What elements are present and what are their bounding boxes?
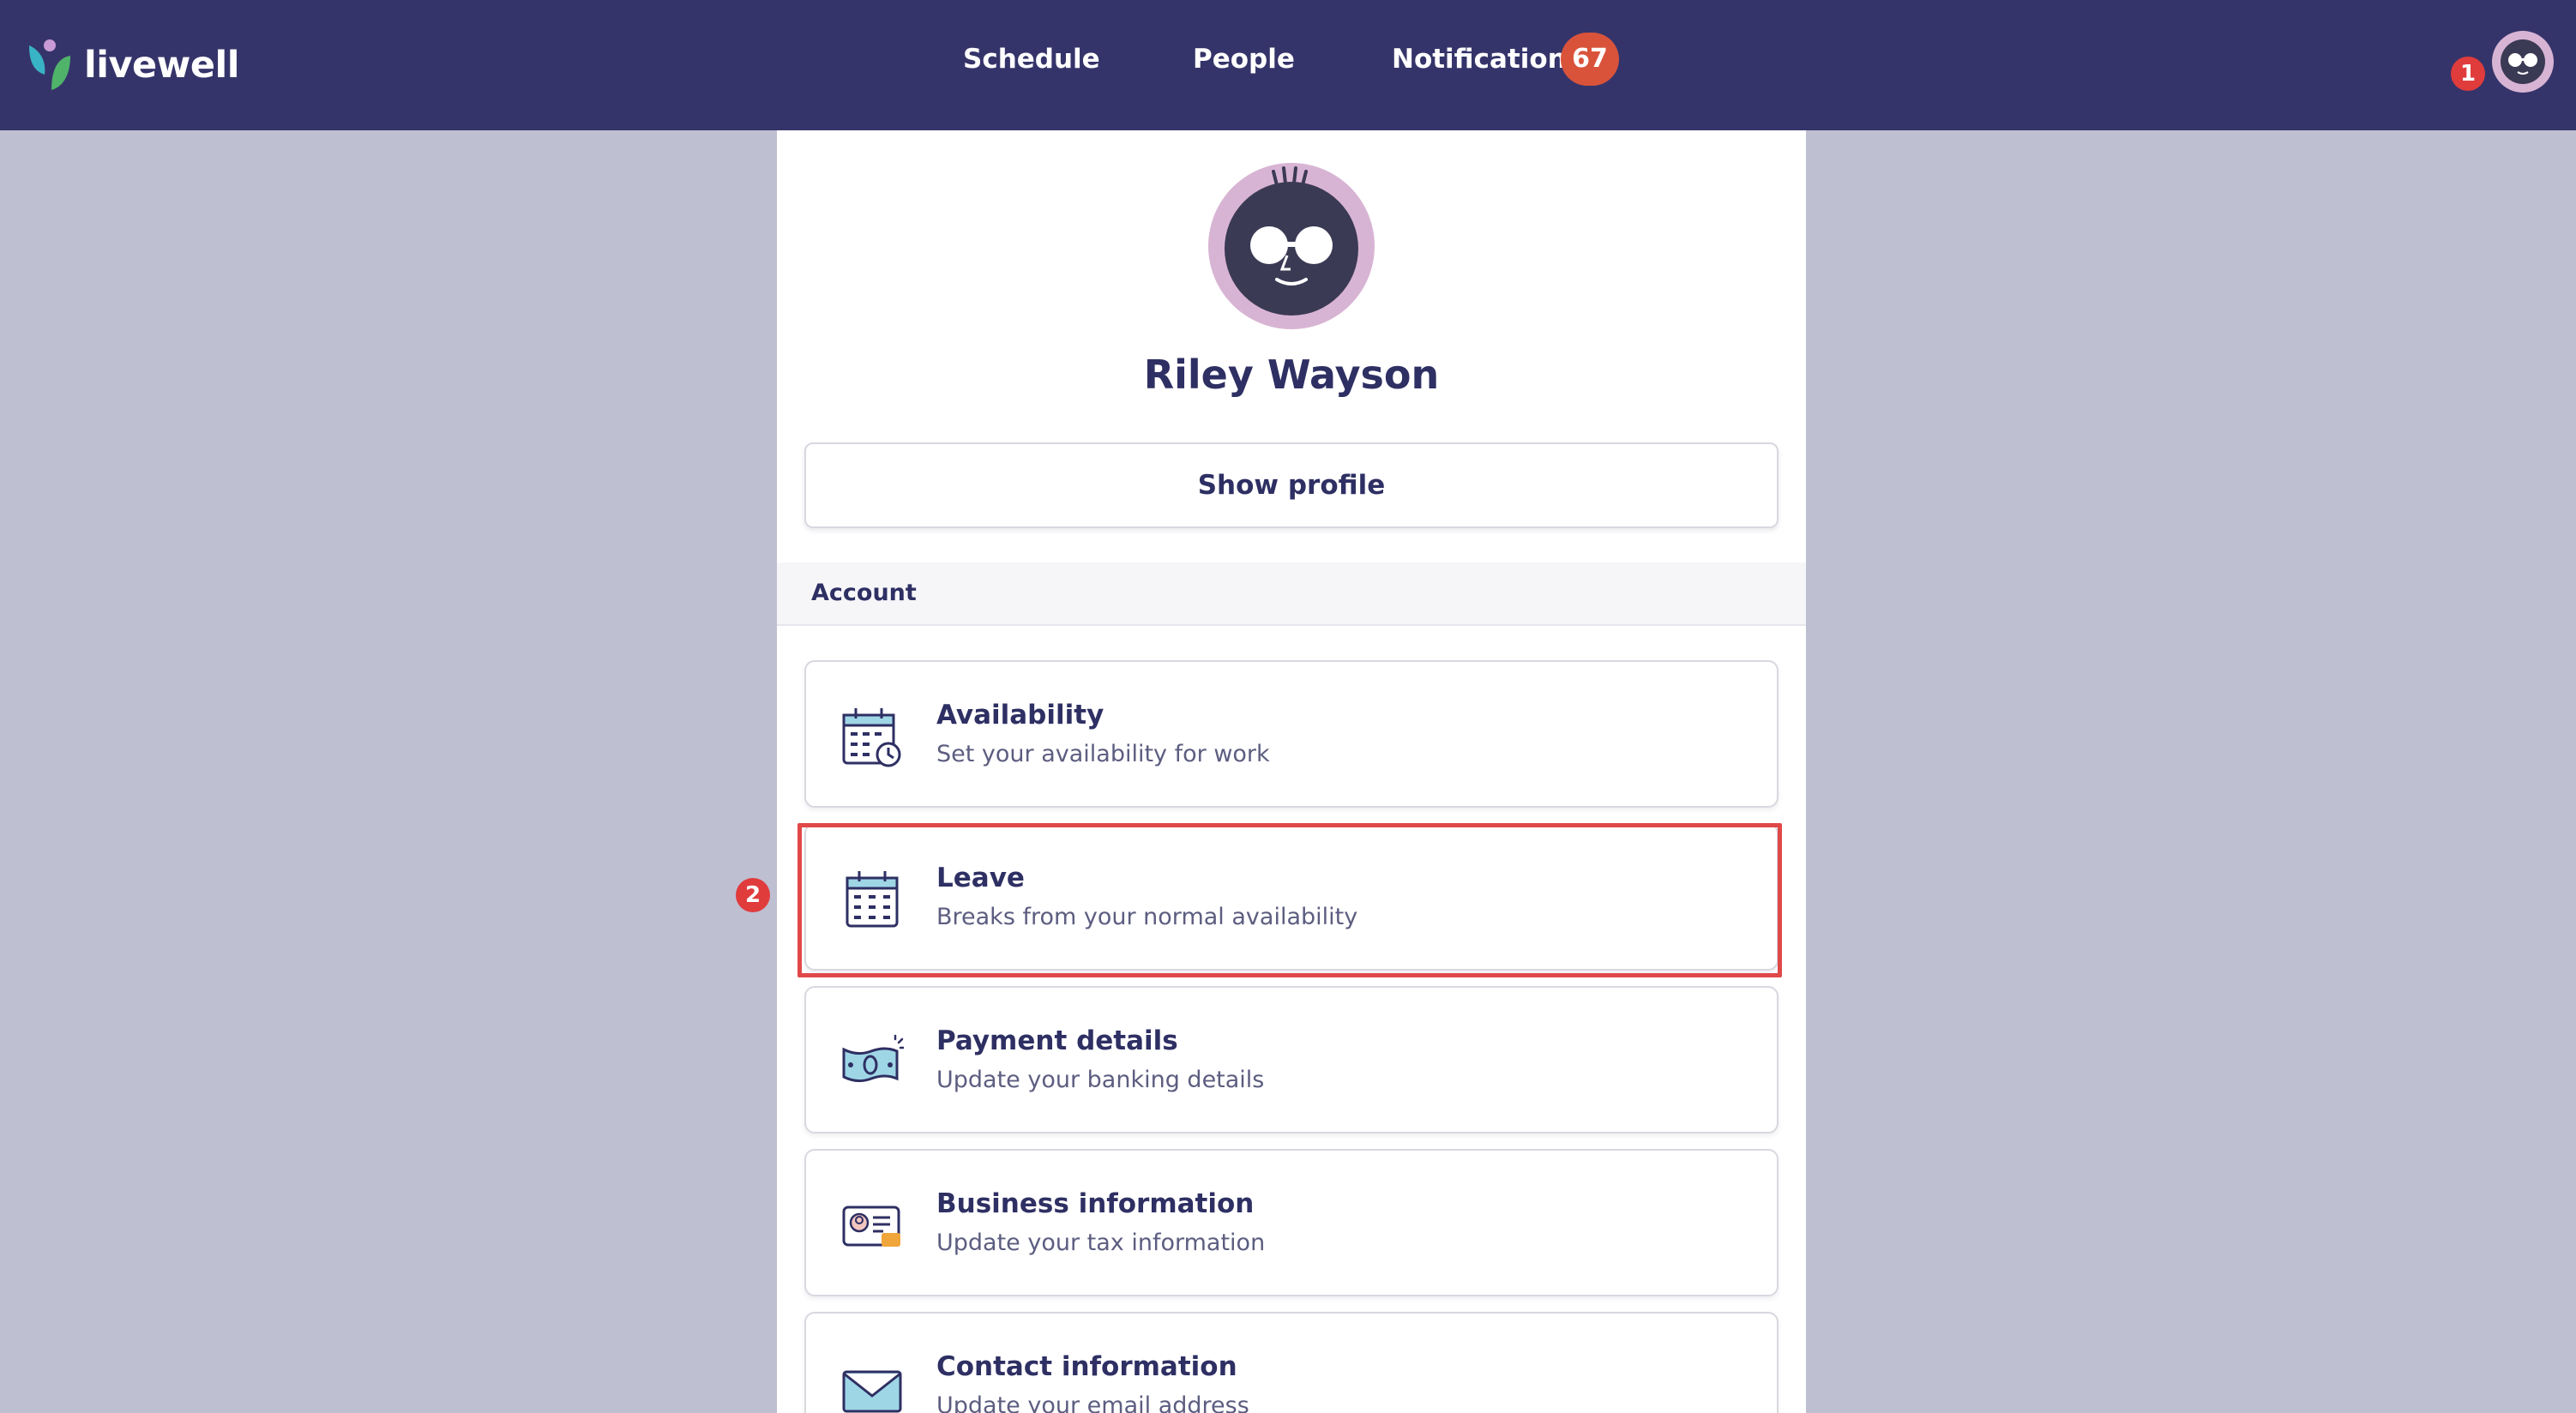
profile-avatar	[1208, 163, 1375, 329]
account-section-header: Account	[777, 562, 1806, 626]
menu-item-subtitle: Update your email address	[936, 1392, 1249, 1413]
section-title: Account	[811, 580, 917, 606]
menu-item-leave[interactable]: Leave Breaks from your normal availabili…	[804, 823, 1779, 971]
profile-name: Riley Wayson	[1143, 352, 1440, 398]
user-avatar-button[interactable]	[2492, 31, 2554, 93]
menu-item-title: Leave	[936, 863, 1025, 893]
nav-notifications[interactable]: Notifications	[1392, 39, 1582, 79]
profile-menu-panel: Riley Wayson Show profile Account Availa…	[777, 130, 1806, 1413]
menu-item-subtitle: Update your tax information	[936, 1230, 1266, 1256]
leaf-logo-icon	[29, 39, 70, 90]
top-navigation-bar: livewell Schedule People Notifications 6…	[0, 0, 2576, 130]
menu-item-availability[interactable]: Availability Set your availability for w…	[804, 660, 1779, 808]
calendar-icon	[846, 871, 899, 928]
show-profile-button[interactable]: Show profile	[804, 442, 1779, 528]
menu-item-subtitle: Set your availability for work	[936, 741, 1270, 767]
menu-item-subtitle: Breaks from your normal availability	[936, 904, 1358, 930]
nav-schedule[interactable]: Schedule	[963, 39, 1100, 79]
calendar-clock-icon	[842, 708, 901, 767]
menu-item-title: Availability	[936, 700, 1104, 731]
menu-item-contact-information[interactable]: Contact information Update your email ad…	[804, 1312, 1779, 1413]
annotation-marker-2: 2	[736, 878, 770, 912]
menu-item-title: Business information	[936, 1188, 1255, 1219]
livewell-logo[interactable]: livewell	[26, 34, 240, 96]
menu-item-payment-details[interactable]: Payment details Update your banking deta…	[804, 986, 1779, 1133]
notifications-count-badge[interactable]: 67	[1561, 33, 1619, 86]
avatar-face-icon	[1225, 166, 1358, 316]
nav-people[interactable]: People	[1193, 39, 1295, 79]
menu-item-title: Payment details	[936, 1025, 1178, 1056]
envelope-icon	[842, 1370, 902, 1413]
annotation-marker-1: 1	[2451, 57, 2485, 91]
menu-item-subtitle: Update your banking details	[936, 1067, 1265, 1093]
id-card-icon	[842, 1206, 900, 1247]
menu-item-business-information[interactable]: Business information Update your tax inf…	[804, 1149, 1779, 1296]
menu-item-title: Contact information	[936, 1351, 1237, 1382]
avatar-face-icon	[2501, 39, 2545, 84]
banknote-icon	[842, 1034, 904, 1083]
brand-name: livewell	[84, 44, 240, 87]
